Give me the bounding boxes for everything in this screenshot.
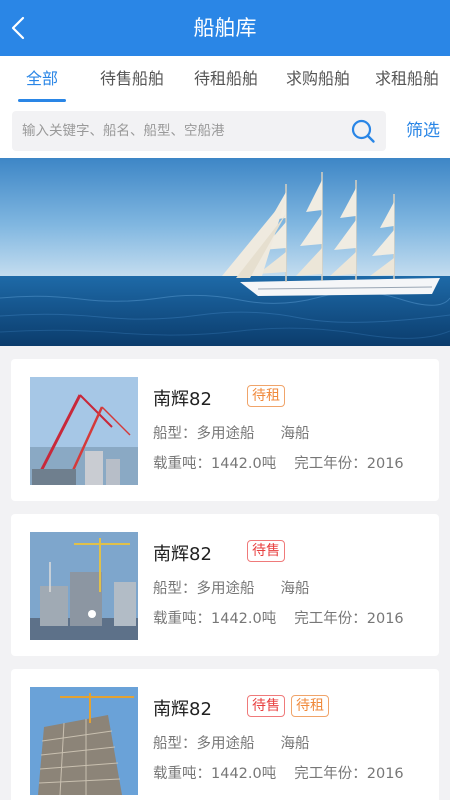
ship-card[interactable]: 南辉82 待售 待租 船型：多用途船 海船 载重吨：1442.0吨 完工年份：201… [11,669,439,800]
ship-name: 南辉82 [153,544,212,565]
tab-wanted-buy[interactable]: 求购船舶 [272,56,364,104]
year-value: 2016 [366,456,404,472]
year-label: 完工年份： [294,766,367,782]
status-badges: 待租 [247,385,285,407]
ship-category: 海船 [280,736,310,752]
ship-type-value: 多用途船 [196,736,255,752]
dwt-label: 载重吨： [153,456,211,472]
banner-image[interactable] [0,158,450,346]
ship-spec-row: 载重吨：1442.0吨 完工年份：2016 [153,607,404,628]
ship-category: 海船 [280,581,310,597]
tab-all[interactable]: 全部 [0,56,84,104]
status-badges: 待售 [247,540,285,562]
ship-type-row: 船型：多用途船 海船 [153,732,310,753]
search-input[interactable] [22,123,342,139]
category-tabs: 全部 待售船舶 待租船舶 求购船舶 求租船舶 [0,56,450,104]
dwt-label: 载重吨： [153,766,211,782]
construction-cranes-image [30,377,138,485]
ship-type-value: 多用途船 [196,581,255,597]
ship-name: 南辉82 [153,389,212,410]
status-badge: 待租 [247,385,285,407]
page-title: 船舶库 [193,16,257,40]
dwt-value: 1442.0吨 [211,456,277,472]
tab-for-rent[interactable]: 待租船舶 [180,56,272,104]
status-badge: 待租 [291,695,329,717]
ship-type-label: 船型： [153,736,197,752]
dwt-value: 1442.0吨 [211,766,277,782]
ship-thumbnail [30,532,138,640]
construction-site-image [30,532,138,640]
year-value: 2016 [366,766,404,782]
search-bar: 筛选 [0,104,450,158]
ship-name: 南辉82 [153,699,212,720]
tab-for-sale[interactable]: 待售船舶 [84,56,180,104]
year-label: 完工年份： [294,611,367,627]
ship-type-label: 船型： [153,426,197,442]
status-badge: 待售 [247,540,285,562]
sailing-ship-image [0,158,450,346]
search-box [12,111,386,151]
ship-thumbnail [30,687,138,795]
dwt-value: 1442.0吨 [211,611,277,627]
ship-type-value: 多用途船 [196,426,255,442]
status-badge: 待售 [247,695,285,717]
status-badges: 待售 待租 [247,695,329,717]
app-header: 船舶库 [0,0,450,56]
building-under-construction-image [30,687,138,795]
ship-card[interactable]: 南辉82 待租 船型：多用途船 海船 载重吨：1442.0吨 完工年份：2016 [11,359,439,501]
dwt-label: 载重吨： [153,611,211,627]
filter-button[interactable]: 筛选 [406,104,440,158]
tab-wanted-rent[interactable]: 求租船舶 [364,56,450,104]
search-icon[interactable] [350,118,376,144]
ship-thumbnail [30,377,138,485]
ship-type-label: 船型： [153,581,197,597]
year-label: 完工年份： [294,456,367,472]
year-value: 2016 [366,611,404,627]
ship-type-row: 船型：多用途船 海船 [153,422,310,443]
ship-card[interactable]: 南辉82 待售 船型：多用途船 海船 载重吨：1442.0吨 完工年份：2016 [11,514,439,656]
ship-spec-row: 载重吨：1442.0吨 完工年份：2016 [153,452,404,473]
ship-spec-row: 载重吨：1442.0吨 完工年份：2016 [153,762,404,783]
ship-category: 海船 [280,426,310,442]
ship-type-row: 船型：多用途船 海船 [153,577,310,598]
